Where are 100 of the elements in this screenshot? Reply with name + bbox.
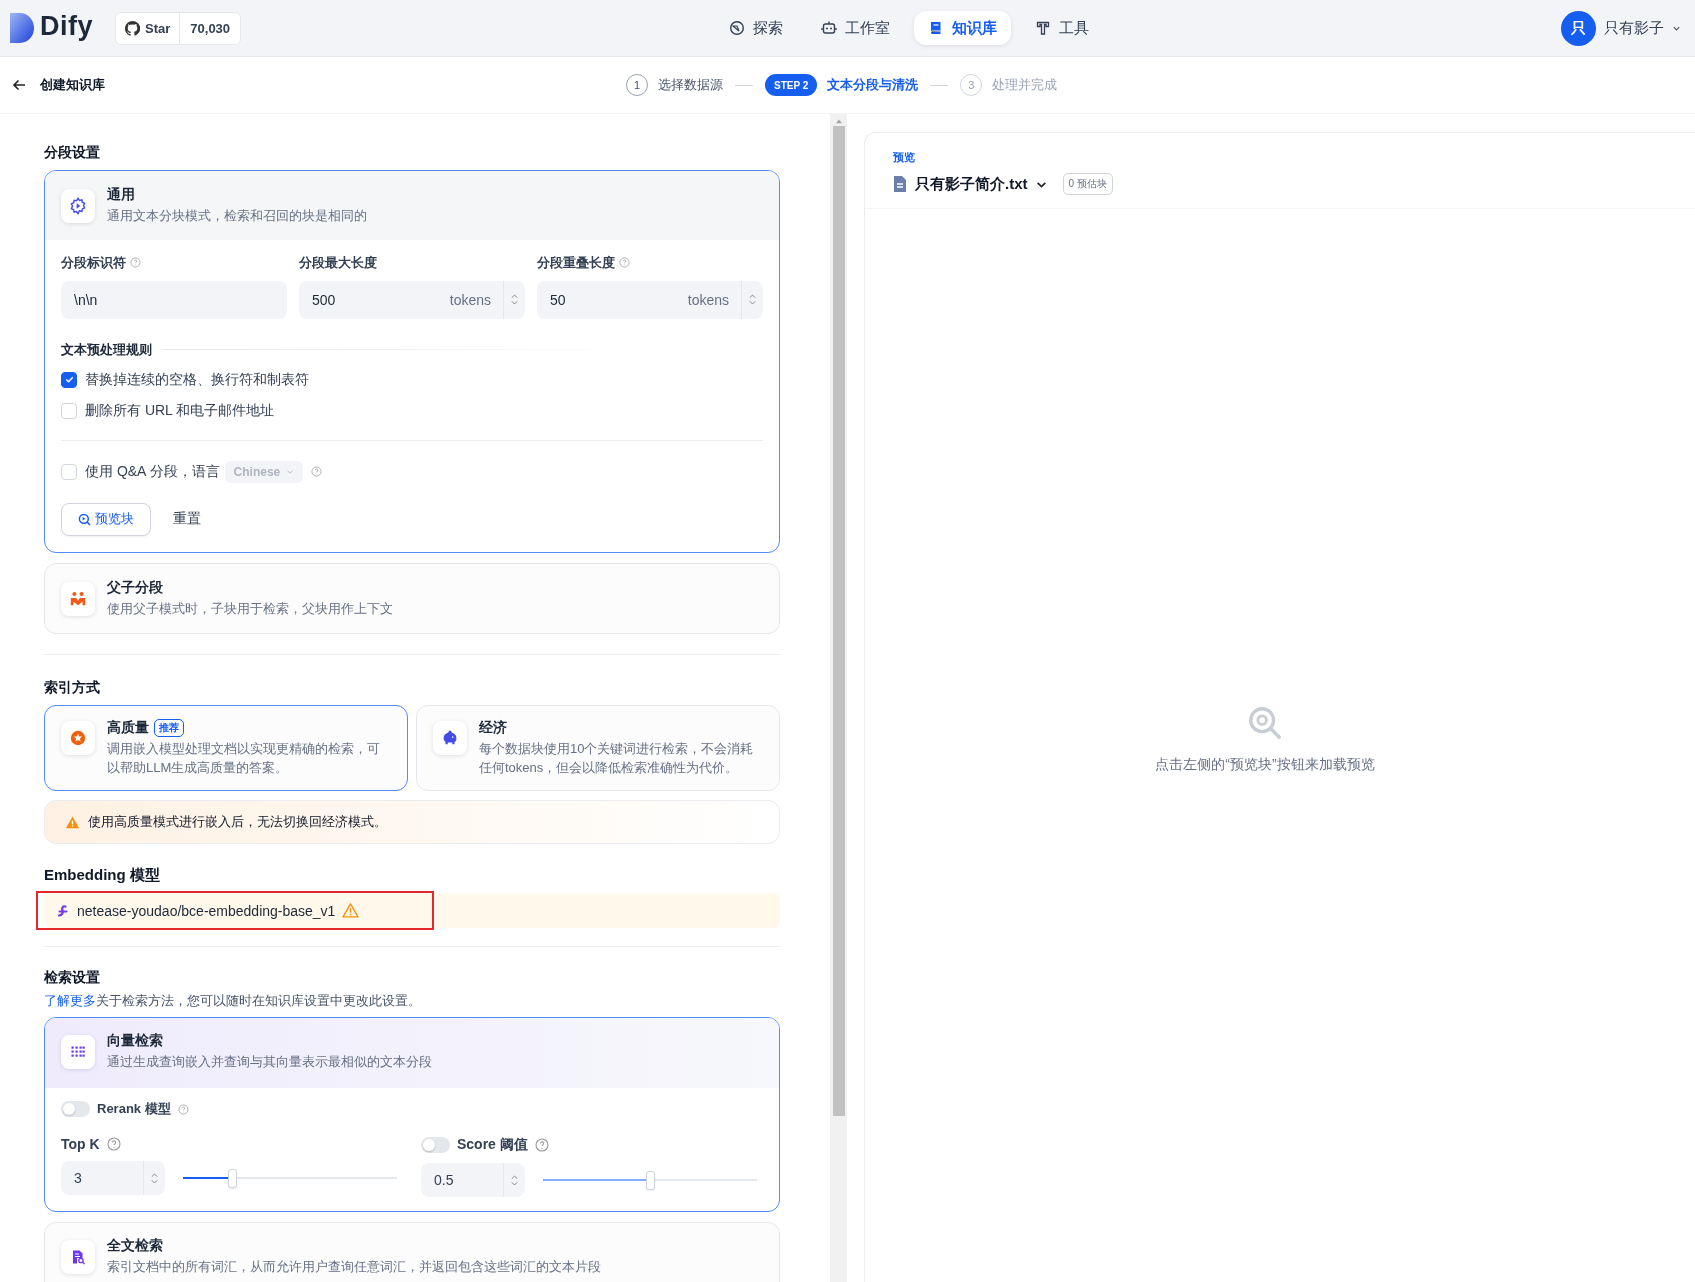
step-label: 选择数据源 <box>658 76 723 94</box>
checkbox-label: 替换掉连续的空格、换行符和制表符 <box>85 370 309 389</box>
search-icon <box>78 512 91 526</box>
number-input[interactable]: 0.5 <box>421 1163 525 1198</box>
help-icon <box>534 1138 549 1153</box>
scrollbar[interactable] <box>830 114 847 1282</box>
help-text: 了解更多关于检索方法，您可以随时在知识库设置中更改此设置。 <box>44 992 422 1011</box>
card-title: 父子分段 <box>107 578 164 597</box>
github-icon <box>125 20 140 36</box>
robot-icon <box>821 20 837 36</box>
file-selector[interactable]: 只有影子简介.txt <box>915 174 1028 194</box>
empty-state-text: 点击左侧的“预览块”按钮来加载预览 <box>1155 756 1375 774</box>
unit-label: tokens <box>449 291 492 308</box>
subsection-title: 文本预处理规则 <box>61 340 152 359</box>
section-title: 索引方式 <box>44 678 101 697</box>
help-icon <box>619 257 630 269</box>
book-icon <box>928 20 944 36</box>
user-menu[interactable]: 只 只有影子 <box>1561 10 1681 46</box>
document-search-icon <box>70 1249 86 1266</box>
gear-icon <box>69 196 87 215</box>
number-input[interactable]: 500 tokens <box>299 280 525 319</box>
section-title: 分段设置 <box>44 144 101 162</box>
option-description: 调用嵌入模型处理文档以实现更精确的检索，可以帮助LLM生成高质量的答案。 <box>107 739 381 777</box>
stepper-icon[interactable] <box>150 1170 159 1186</box>
field-label: 分段重叠长度 <box>537 253 615 272</box>
setting-label: Score 阈值 <box>457 1136 528 1155</box>
unit-label: tokens <box>687 291 730 308</box>
step-number: STEP 2 <box>765 74 818 96</box>
number-input[interactable]: \n\n <box>61 280 287 319</box>
stepper-icon[interactable] <box>510 1172 519 1188</box>
step-label: 处理并完成 <box>992 76 1058 94</box>
reset-button[interactable]: 重置 <box>173 510 201 529</box>
number-input[interactable]: 50 tokens <box>537 280 763 319</box>
scroll-up-arrow-icon[interactable] <box>834 118 843 124</box>
mode-card[interactable]: 父子分段 使用父子模式时，子块用于检索，父块用作上下文 <box>44 562 780 634</box>
index-option-card[interactable]: 高质量 推荐 调用嵌入模型处理文档以实现更精确的检索，可以帮助LLM生成高质量的答案。 <box>44 704 408 792</box>
retrieval-method-card[interactable]: 全文检索 索引文档中的所有词汇，从而允许用户查询任意词汇，并返回包含这些词汇的文本片段 <box>44 1222 780 1282</box>
option-title: 高质量 <box>107 718 149 737</box>
chunk-count-badge: 0 预估块 <box>1062 173 1113 195</box>
help-icon <box>130 257 141 269</box>
nav-tab[interactable]: 探索 <box>715 11 797 45</box>
star-label: Star <box>145 20 171 36</box>
star-count: 70,030 <box>189 20 232 36</box>
setting-label: Rerank 模型 <box>97 1100 171 1119</box>
star-badge-icon <box>69 728 87 747</box>
warning-text: 使用高质量模式进行嵌入后，无法切换回经济模式。 <box>88 813 387 832</box>
recommended-badge: 推荐 <box>154 718 184 737</box>
back-arrow-icon[interactable] <box>12 78 26 92</box>
setting-label: Top K <box>61 1136 100 1153</box>
page-title: 创建知识库 <box>40 76 105 94</box>
nav-tab[interactable]: 工具 <box>1021 11 1103 45</box>
section-title: 检索设置 <box>44 969 101 988</box>
help-icon <box>106 1137 121 1152</box>
section-title: Embedding 模型 <box>44 866 161 886</box>
learn-more-link[interactable]: 了解更多 <box>44 993 96 1009</box>
card-description: 通过生成查询嵌入并查询与其向量表示最相似的文本分段 <box>107 1053 432 1072</box>
check-icon <box>63 374 75 386</box>
model-name: netease-youdao/bce-embedding-base_v1 <box>77 902 336 919</box>
nav-tab[interactable]: 工作室 <box>807 11 904 45</box>
step-label: 文本分段与清洗 <box>827 76 919 94</box>
card-title: 向量检索 <box>107 1032 164 1051</box>
avatar: 只 <box>1561 10 1596 46</box>
help-icon <box>177 1103 189 1115</box>
rerank-toggle[interactable] <box>61 1101 90 1118</box>
piggy-bank-icon <box>441 728 459 747</box>
checkbox[interactable] <box>61 371 77 388</box>
card-description: 通用文本分块模式，检索和召回的块是相同的 <box>107 207 367 225</box>
logo-icon <box>10 13 34 43</box>
search-icon <box>1246 704 1284 742</box>
option-description: 每个数据块使用10个关键词进行检索，不会消耗任何tokens，但会以降低检索准确性为代价。 <box>479 739 755 777</box>
github-star-button[interactable]: Star 70,030 <box>115 11 242 45</box>
slider-thumb[interactable] <box>228 1168 238 1188</box>
nav-tab[interactable]: 知识库 <box>914 11 1011 45</box>
panel-label: 预览 <box>893 150 916 165</box>
card-title: 全文检索 <box>107 1237 164 1256</box>
mode-card[interactable]: 通用 通用文本分块模式，检索和召回的块是相同的 分段标识符 \n\n 分段最大长度 500 tokens 分段重叠长度 50 tokens 文本预处理规则 替换掉连续的空格、换行符和制表符 删除所有 URL 和电子邮件地址 使用 Q&A 分段，语言 Chinese 预览块 重置 <box>44 170 780 553</box>
card-description: 索引文档中的所有词汇，从而允许用户查询任意词汇，并返回包含这些词汇的文本片段 <box>107 1258 601 1277</box>
field-label: 分段标识符 <box>61 253 126 272</box>
document-icon <box>893 176 907 192</box>
people-icon <box>69 589 87 608</box>
retrieval-method-card[interactable]: 向量检索 通过生成查询嵌入并查询与其向量表示最相似的文本分段 Rerank 模型 Top K 3 Score 阈值 0.5 <box>44 1017 780 1213</box>
user-name: 只有影子 <box>1604 18 1664 38</box>
logo[interactable]: Dify <box>10 11 93 45</box>
compass-icon <box>729 20 745 36</box>
checkbox-label: 删除所有 URL 和电子邮件地址 <box>85 401 275 420</box>
score-toggle[interactable] <box>421 1137 450 1154</box>
number-input[interactable]: 3 <box>61 1161 165 1196</box>
slider-thumb[interactable] <box>646 1170 655 1190</box>
warning-icon <box>65 814 80 830</box>
index-option-card[interactable]: 经济 每个数据块使用10个关键词进行检索，不会消耗任何tokens，但会以降低检索准确性为代价。 <box>416 704 780 792</box>
checkbox-label: 使用 Q&A 分段，语言 <box>85 462 220 481</box>
logo-text: Dify <box>40 11 93 43</box>
field-label: 分段最大长度 <box>299 253 377 272</box>
model-logo-icon <box>56 903 70 918</box>
help-icon <box>311 466 323 478</box>
option-title: 经济 <box>479 718 507 737</box>
card-title: 通用 <box>107 186 136 204</box>
card-description: 使用父子模式时，子块用于检索，父块用作上下文 <box>107 599 393 618</box>
preview-button[interactable]: 预览块 <box>61 502 151 536</box>
dot-grid-icon <box>71 1045 85 1060</box>
